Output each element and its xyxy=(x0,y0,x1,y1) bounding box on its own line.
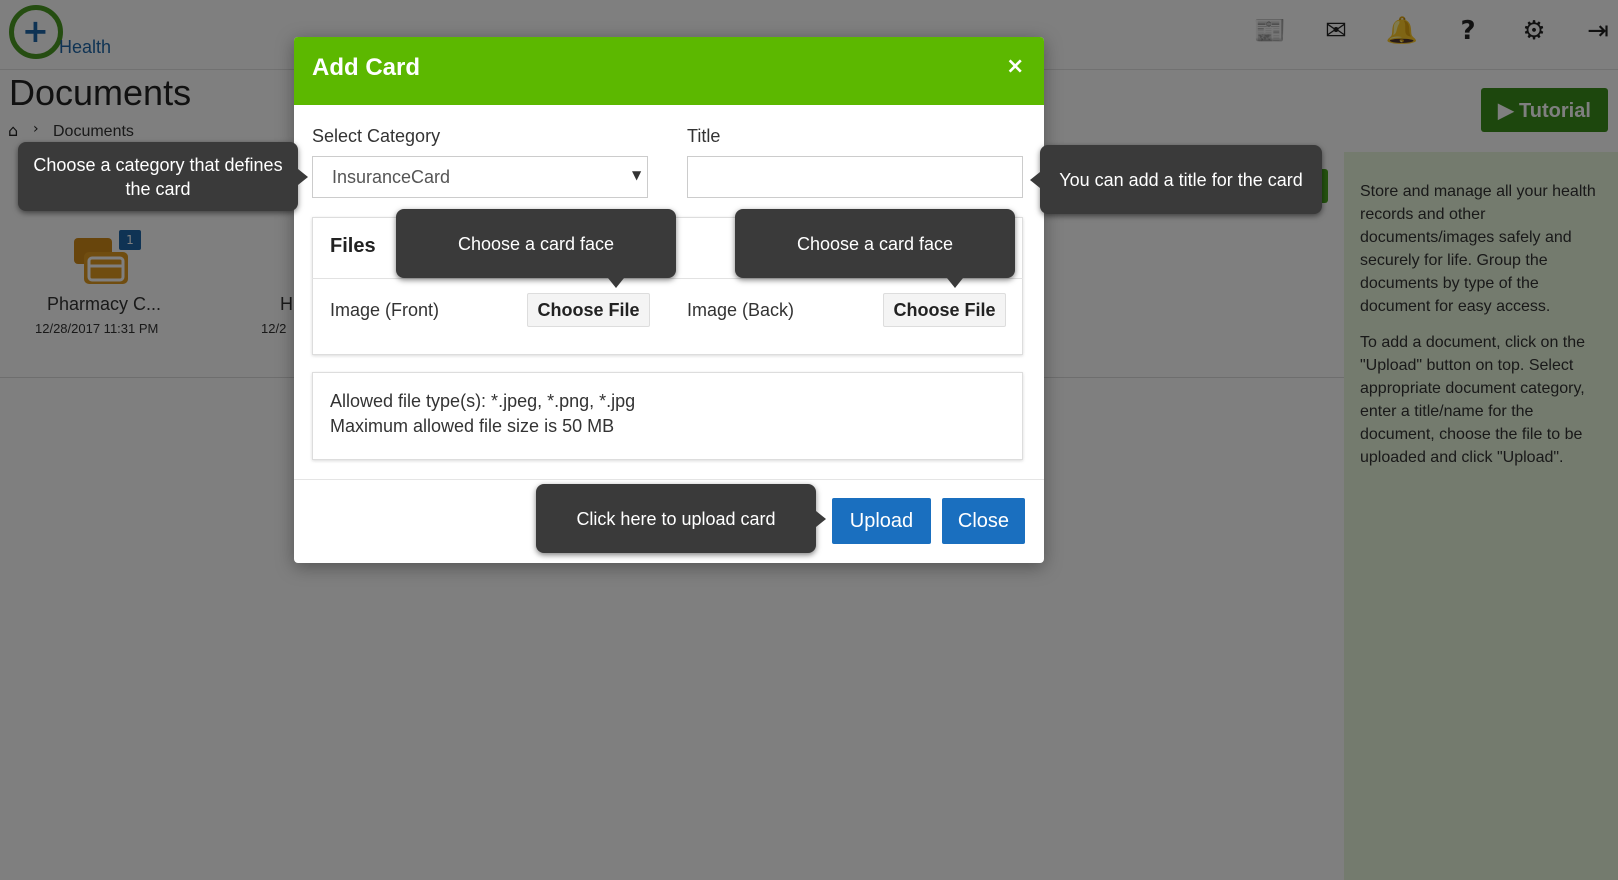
tooltip-arrow xyxy=(1030,172,1040,188)
image-front-label: Image (Front) xyxy=(330,300,440,320)
tooltip-arrow xyxy=(608,278,624,288)
title-input[interactable] xyxy=(687,156,1023,198)
files-heading: Files xyxy=(330,235,376,257)
upload-button[interactable]: Upload xyxy=(832,498,931,544)
tooltip-arrow xyxy=(298,169,308,185)
choose-file-front-button[interactable]: Choose File xyxy=(527,293,650,327)
category-select-value: InsuranceCard xyxy=(332,167,451,187)
title-label: Title xyxy=(687,126,721,146)
category-label: Select Category xyxy=(312,126,441,146)
image-back-label: Image (Back) xyxy=(687,300,795,320)
footer-divider xyxy=(294,479,1044,480)
tooltip-upload: Click here to upload card xyxy=(536,484,816,553)
tooltip-back: Choose a card face xyxy=(735,209,1015,278)
tooltip-title: You can add a title for the card xyxy=(1040,145,1322,214)
allowed-types-text: Allowed file type(s): *.jpeg, *.png, *.j… xyxy=(330,391,636,411)
choose-file-back-button[interactable]: Choose File xyxy=(883,293,1006,327)
files-divider xyxy=(312,278,1023,279)
tooltip-category: Choose a category that defines the card xyxy=(18,142,298,211)
max-size-text: Maximum allowed file size is 50 MB xyxy=(330,416,615,436)
caret-down-icon: ▼ xyxy=(632,168,642,182)
close-button[interactable]: Close xyxy=(942,498,1025,544)
tooltip-front: Choose a card face xyxy=(396,209,676,278)
close-icon[interactable]: × xyxy=(1006,54,1024,79)
tooltip-arrow xyxy=(947,278,963,288)
modal-title: Add Card xyxy=(312,54,420,81)
tooltip-arrow xyxy=(816,511,826,527)
